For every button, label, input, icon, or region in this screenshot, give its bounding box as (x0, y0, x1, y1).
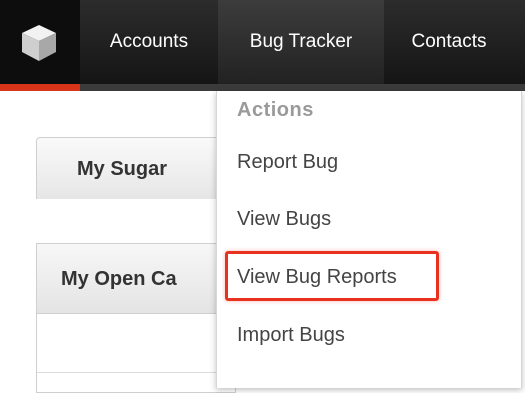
top-navbar: Accounts Bug Tracker Contacts (0, 0, 525, 84)
nav-accounts[interactable]: Accounts (80, 0, 218, 84)
menu-item-import-bugs[interactable]: Import Bugs (237, 324, 345, 347)
bug-tracker-dropdown-menu: Actions Report Bug View Bugs View Bug Re… (216, 91, 522, 388)
dashlet-title: My Open Ca (37, 244, 235, 314)
nav-active-indicator (0, 84, 80, 91)
menu-section-header: Actions (237, 99, 314, 121)
tab-my-sugar[interactable]: My Sugar (36, 137, 226, 199)
cube-logo-icon (22, 25, 56, 61)
dashlet-panel: My Open Ca (36, 243, 236, 393)
divider (37, 372, 235, 373)
nav-bug-tracker[interactable]: Bug Tracker (218, 0, 384, 84)
highlight-annotation (225, 251, 439, 301)
nav-contacts[interactable]: Contacts (384, 0, 514, 84)
home-logo-button[interactable] (0, 0, 80, 84)
menu-item-report-bug[interactable]: Report Bug (237, 151, 338, 174)
menu-item-view-bugs[interactable]: View Bugs (237, 208, 331, 231)
